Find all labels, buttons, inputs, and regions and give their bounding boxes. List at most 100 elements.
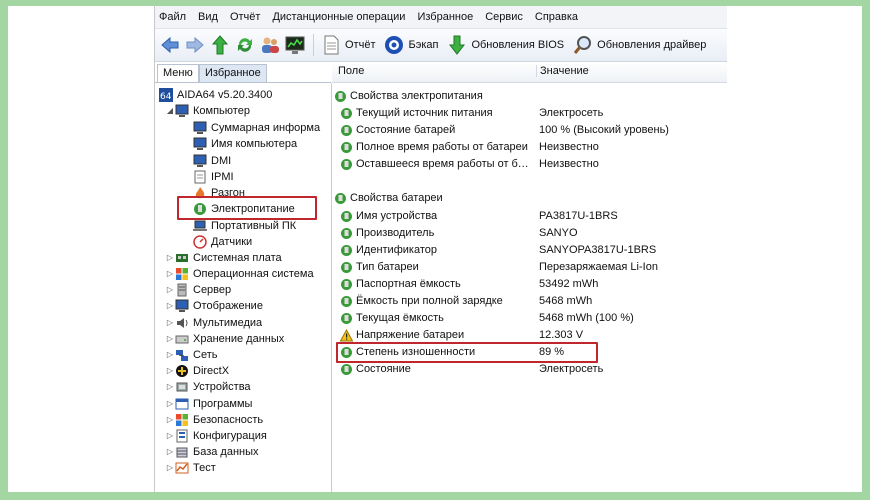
computer-icon — [193, 137, 207, 151]
tree-item-dmi[interactable]: DMI — [193, 153, 231, 169]
table-row[interactable]: Текущая ёмкость 5468 mWh (100 %) — [332, 310, 727, 327]
table-row[interactable]: Ёмкость при полной зарядке 5468 mWh — [332, 293, 727, 310]
expand-arrow-icon[interactable]: ▷ — [165, 460, 175, 476]
table-row[interactable]: Тип батареи Перезаряжаемая Li-Ion — [332, 259, 727, 276]
power-plug-icon — [340, 158, 353, 171]
tree-item-storage[interactable]: ▷ Хранение данных — [165, 331, 284, 347]
monitor-graph-icon[interactable] — [284, 34, 306, 56]
tree-item-computer-name[interactable]: Имя компьютера — [193, 136, 297, 152]
tree-label: DMI — [211, 155, 232, 167]
driver-updates-button[interactable]: Обновления драйвер — [572, 34, 706, 56]
report-button[interactable]: Отчёт — [320, 34, 375, 56]
tree-label: Суммарная информа — [211, 122, 321, 134]
menu-file[interactable]: Файл — [159, 11, 186, 23]
section-title: Свойства батареи — [350, 192, 443, 204]
tree-item-security[interactable]: ▷ Безопасность — [165, 412, 263, 428]
column-header-field[interactable]: Поле — [338, 65, 364, 77]
tab-favorites[interactable]: Избранное — [199, 64, 267, 82]
field-name: Идентификатор — [356, 244, 437, 256]
tree-label: Конфигурация — [193, 430, 267, 442]
table-row[interactable]: Состояние Электросеть — [332, 361, 727, 378]
expand-arrow-icon[interactable]: ▷ — [165, 428, 175, 444]
expand-arrow-icon[interactable]: ▷ — [165, 266, 175, 282]
refresh-icon[interactable] — [234, 34, 256, 56]
menu-favorites[interactable]: Избранное — [417, 11, 473, 23]
expand-arrow-icon[interactable]: ▷ — [165, 298, 175, 314]
expand-arrow-icon[interactable]: ▷ — [165, 250, 175, 266]
users-icon[interactable] — [259, 34, 281, 56]
field-value: Перезаряжаемая Li-Ion — [539, 261, 658, 273]
magnifier-icon — [572, 34, 594, 56]
hard-drive-icon — [175, 332, 189, 346]
screenshot-frame: Файл Вид Отчёт Дистанционные операции Из… — [8, 6, 862, 492]
expand-arrow-icon[interactable]: ▷ — [165, 379, 175, 395]
expand-arrow-icon[interactable]: ▷ — [165, 444, 175, 460]
tree-item-server[interactable]: ▷ Сервер — [165, 282, 231, 298]
backup-button[interactable]: Бэкап — [383, 34, 438, 56]
table-row[interactable]: Оставшееся время работы от батареи Неизв… — [332, 156, 727, 173]
tree-label: База данных — [193, 446, 259, 458]
tree-item-root[interactable]: 64 AIDA64 v5.20.3400 — [159, 87, 272, 103]
tree-item-multimedia[interactable]: ▷ Мультимедиа — [165, 315, 262, 331]
field-name: Текущая ёмкость — [356, 312, 444, 324]
directx-icon — [175, 364, 189, 378]
tree-item-test[interactable]: ▷ Тест — [165, 460, 216, 476]
menu-remote[interactable]: Дистанционные операции — [272, 11, 405, 23]
table-row[interactable]: Паспортная ёмкость 53492 mWh — [332, 276, 727, 293]
tree-item-directx[interactable]: ▷ DirectX — [165, 363, 229, 379]
expand-arrow-icon[interactable]: ▷ — [165, 282, 175, 298]
menu-report[interactable]: Отчёт — [230, 11, 260, 23]
tab-menu[interactable]: Меню — [157, 64, 199, 82]
tree-item-network[interactable]: ▷ Сеть — [165, 347, 217, 363]
tree-item-configuration[interactable]: ▷ Конфигурация — [165, 428, 267, 444]
tree-label: Датчики — [211, 236, 253, 248]
tree-item-programs[interactable]: ▷ Программы — [165, 396, 253, 412]
speaker-icon — [175, 316, 189, 330]
tree-label: Мультимедиа — [193, 317, 263, 329]
table-row[interactable]: Состояние батарей 100 % (Высокий уровень… — [332, 122, 727, 139]
field-value: 5468 mWh (100 %) — [539, 312, 634, 324]
tree-item-computer[interactable]: ◢ Компьютер — [165, 103, 250, 119]
tree-item-portable-pc[interactable]: Портативный ПК — [193, 218, 296, 234]
tree-item-devices[interactable]: ▷ Устройства — [165, 379, 251, 395]
collapse-arrow-icon[interactable]: ◢ — [165, 103, 175, 119]
server-icon — [175, 283, 189, 297]
expand-arrow-icon[interactable]: ▷ — [165, 412, 175, 428]
expand-arrow-icon[interactable]: ▷ — [165, 396, 175, 412]
sidebar-tabs: Меню Избранное — [155, 62, 331, 83]
menu-help[interactable]: Справка — [535, 11, 578, 23]
tree-item-database[interactable]: ▷ База данных — [165, 444, 259, 460]
expand-arrow-icon[interactable]: ▷ — [165, 331, 175, 347]
table-row[interactable]: Производитель SANYO — [332, 225, 727, 242]
tree-item-ipmi[interactable]: IPMI — [193, 169, 234, 185]
field-value: SANYOPA3817U-1BRS — [539, 244, 657, 256]
back-arrow-icon[interactable] — [159, 34, 181, 56]
forward-arrow-icon[interactable] — [184, 34, 206, 56]
up-arrow-icon[interactable] — [209, 34, 231, 56]
wear-level-highlight — [336, 342, 598, 363]
watermark: vsenotebooki.ru — [732, 472, 856, 490]
expand-arrow-icon[interactable]: ▷ — [165, 363, 175, 379]
menu-service[interactable]: Сервис — [485, 11, 523, 23]
tree-item-os[interactable]: ▷ Операционная система — [165, 266, 314, 282]
table-row[interactable]: Идентификатор SANYOPA3817U-1BRS — [332, 242, 727, 259]
power-plug-icon — [340, 363, 353, 376]
field-name: Производитель — [356, 227, 435, 239]
field-value: PA3817U-1BRS — [539, 210, 618, 222]
expand-arrow-icon[interactable]: ▷ — [165, 347, 175, 363]
tree-label: IPMI — [211, 171, 234, 183]
tree-item-summary[interactable]: Суммарная информа — [193, 120, 320, 136]
table-row[interactable]: Полное время работы от батареи Неизвестн… — [332, 139, 727, 156]
column-header-value[interactable]: Значение — [536, 65, 589, 77]
tree-label: Программы — [193, 398, 253, 410]
tree-item-display[interactable]: ▷ Отображение — [165, 298, 263, 314]
field-name: Текущий источник питания — [356, 107, 493, 119]
menu-view[interactable]: Вид — [198, 11, 218, 23]
table-row[interactable]: Имя устройства PA3817U-1BRS — [332, 208, 727, 225]
expand-arrow-icon[interactable]: ▷ — [165, 315, 175, 331]
details-grid: Поле Значение Свойства электропитания Те… — [332, 62, 727, 492]
tree-item-motherboard[interactable]: ▷ Системная плата — [165, 250, 282, 266]
tree-item-sensors[interactable]: Датчики — [193, 234, 252, 250]
bios-updates-button[interactable]: Обновления BIOS — [446, 34, 564, 56]
table-row[interactable]: Текущий источник питания Электросеть — [332, 105, 727, 122]
